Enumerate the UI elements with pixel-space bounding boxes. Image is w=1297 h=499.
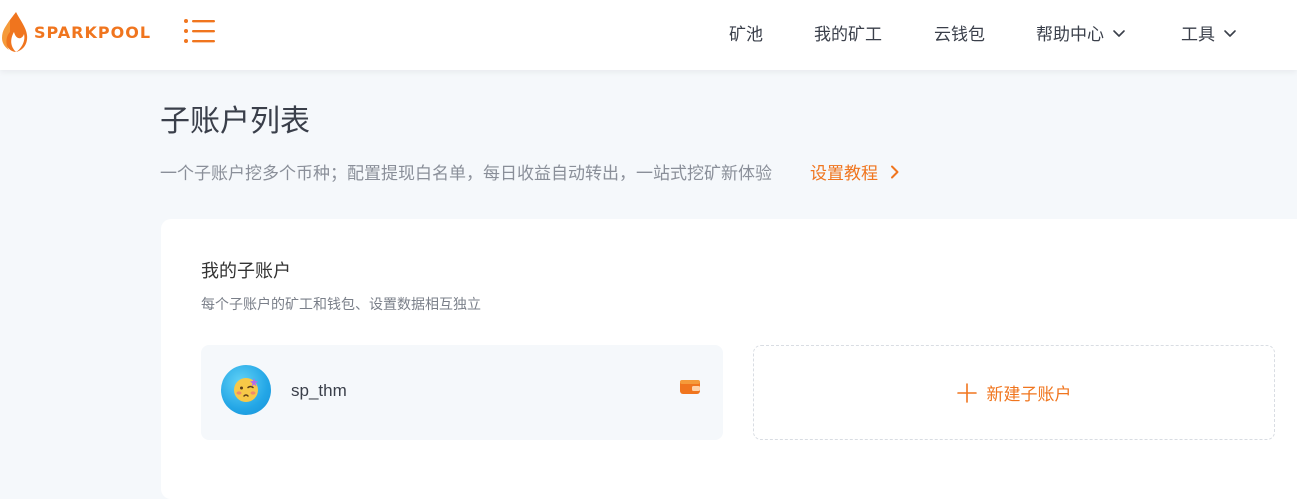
plus-icon bbox=[956, 382, 977, 403]
chevron-down-icon bbox=[1113, 29, 1125, 37]
face-emoji-icon bbox=[234, 378, 258, 402]
brand-logo[interactable]: SPARKPOOL bbox=[0, 8, 151, 56]
new-sub-account-content: 新建子账户 bbox=[956, 380, 1072, 405]
nav-item-help-center[interactable]: 帮助中心 bbox=[1036, 20, 1126, 45]
top-navbar: SPARKPOOL 矿池 我的矿工 云钱包 帮助中心 工具 bbox=[0, 0, 1297, 70]
nav-item-my-miners[interactable]: 我的矿工 bbox=[814, 20, 882, 45]
nav-item-cloud-wallet[interactable]: 云钱包 bbox=[934, 20, 985, 45]
panel-description: 每个子账户的矿工和钱包、设置数据相互独立 bbox=[201, 296, 481, 312]
flame-logo-icon bbox=[2, 12, 28, 52]
panel-title: 我的子账户 bbox=[201, 261, 291, 281]
setup-tutorial-label: 设置教程 bbox=[810, 164, 878, 183]
nav-item-label: 工具 bbox=[1181, 25, 1215, 44]
nav-item-label: 矿池 bbox=[729, 25, 763, 44]
wallet-icon[interactable] bbox=[679, 378, 701, 396]
page-title: 子账户列表 bbox=[160, 105, 310, 138]
menu-toggle-button[interactable] bbox=[183, 16, 217, 46]
nav-item-label: 我的矿工 bbox=[814, 25, 882, 44]
sub-account-name: sp_thm bbox=[291, 381, 347, 400]
sub-accounts-panel: 我的子账户 每个子账户的矿工和钱包、设置数据相互独立 sp_thm 新建子账户 bbox=[161, 219, 1297, 499]
nav-item-label: 云钱包 bbox=[934, 25, 985, 44]
sub-account-card[interactable]: sp_thm bbox=[201, 345, 723, 440]
avatar bbox=[221, 365, 271, 415]
chevron-down-icon bbox=[1224, 29, 1236, 37]
menu-list-icon bbox=[184, 19, 215, 43]
nav-item-label: 帮助中心 bbox=[1036, 25, 1104, 44]
brand-name: SPARKPOOL bbox=[34, 22, 152, 42]
new-sub-account-button[interactable]: 新建子账户 bbox=[753, 345, 1275, 440]
new-sub-account-label: 新建子账户 bbox=[986, 385, 1072, 404]
nav-item-pool[interactable]: 矿池 bbox=[729, 20, 763, 45]
page-subtitle: 一个子账户挖多个币种；配置提现白名单，每日收益自动转出，一站式挖矿新体验 bbox=[160, 164, 772, 183]
nav-item-tools[interactable]: 工具 bbox=[1181, 20, 1237, 45]
setup-tutorial-link[interactable]: 设置教程 bbox=[810, 159, 900, 184]
chevron-right-icon bbox=[891, 165, 899, 178]
